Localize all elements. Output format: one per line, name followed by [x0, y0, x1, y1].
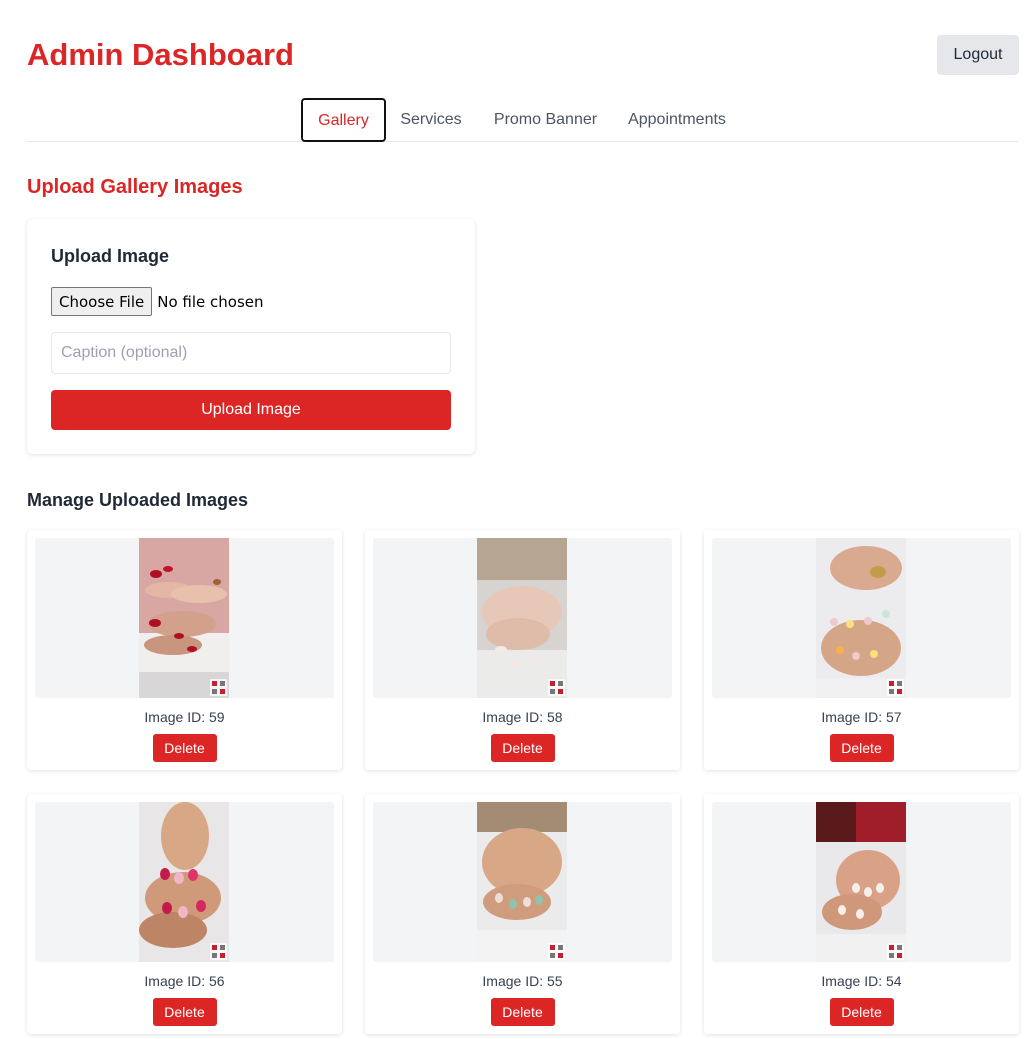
gallery-card: Image ID: 58 Delete [365, 530, 680, 770]
image-id-label: Image ID: 55 [482, 973, 563, 989]
watermark-logo [887, 679, 904, 696]
upload-card-title: Upload Image [51, 246, 170, 266]
gallery-image[interactable] [816, 538, 906, 698]
gallery-thumbnail-frame [373, 538, 672, 698]
watermark-logo [210, 679, 227, 696]
gallery-image[interactable] [139, 538, 229, 698]
gallery-image[interactable] [139, 802, 229, 962]
gallery-thumbnail-frame [712, 802, 1011, 962]
tab-appointments[interactable]: Appointments [618, 98, 736, 142]
gallery-thumbnail-frame [35, 802, 334, 962]
gallery-card: Image ID: 57 Delete [704, 530, 1019, 770]
gallery-card: Image ID: 56 Delete [27, 794, 342, 1034]
logout-button[interactable]: Logout [937, 35, 1019, 75]
gallery-image[interactable] [816, 802, 906, 962]
tab-services[interactable]: Services [389, 98, 473, 142]
image-id-label: Image ID: 58 [482, 709, 563, 725]
gallery-card: Image ID: 55 Delete [365, 794, 680, 1034]
watermark-logo [210, 943, 227, 960]
page-title: Admin Dashboard [27, 37, 294, 72]
delete-button[interactable]: Delete [152, 998, 217, 1026]
delete-button[interactable]: Delete [490, 734, 555, 762]
caption-input[interactable] [51, 332, 451, 374]
upload-image-button[interactable]: Upload Image [51, 390, 451, 430]
tab-gallery[interactable]: Gallery [301, 98, 386, 142]
delete-button[interactable]: Delete [829, 998, 894, 1026]
image-id-label: Image ID: 59 [144, 709, 225, 725]
gallery-card: Image ID: 59 Delete [27, 530, 342, 770]
gallery-card: Image ID: 54 Delete [704, 794, 1019, 1034]
choose-file-button[interactable]: Choose File [51, 287, 153, 316]
file-status: No file chosen [157, 292, 264, 311]
upload-card: Upload Image Choose File No file chosen … [27, 219, 475, 454]
image-id-label: Image ID: 54 [821, 973, 902, 989]
gallery-image[interactable] [477, 538, 567, 698]
image-id-label: Image ID: 57 [821, 709, 902, 725]
gallery-thumbnail-frame [35, 538, 334, 698]
tab-bar: Gallery Services Promo Banner Appointmen… [27, 98, 1019, 142]
upload-section-title: Upload Gallery Images [27, 176, 243, 198]
gallery-thumbnail-frame [712, 538, 1011, 698]
page-header: Admin Dashboard Logout [27, 35, 1019, 76]
delete-button[interactable]: Delete [490, 998, 555, 1026]
gallery-image[interactable] [477, 802, 567, 962]
tab-promo-banner[interactable]: Promo Banner [482, 98, 609, 142]
image-id-label: Image ID: 56 [144, 973, 225, 989]
delete-button[interactable]: Delete [829, 734, 894, 762]
watermark-logo [548, 943, 565, 960]
watermark-logo [887, 943, 904, 960]
delete-button[interactable]: Delete [152, 734, 217, 762]
file-picker: Choose File No file chosen [51, 287, 264, 316]
manage-images-title: Manage Uploaded Images [27, 490, 249, 510]
watermark-logo [548, 679, 565, 696]
gallery-thumbnail-frame [373, 802, 672, 962]
